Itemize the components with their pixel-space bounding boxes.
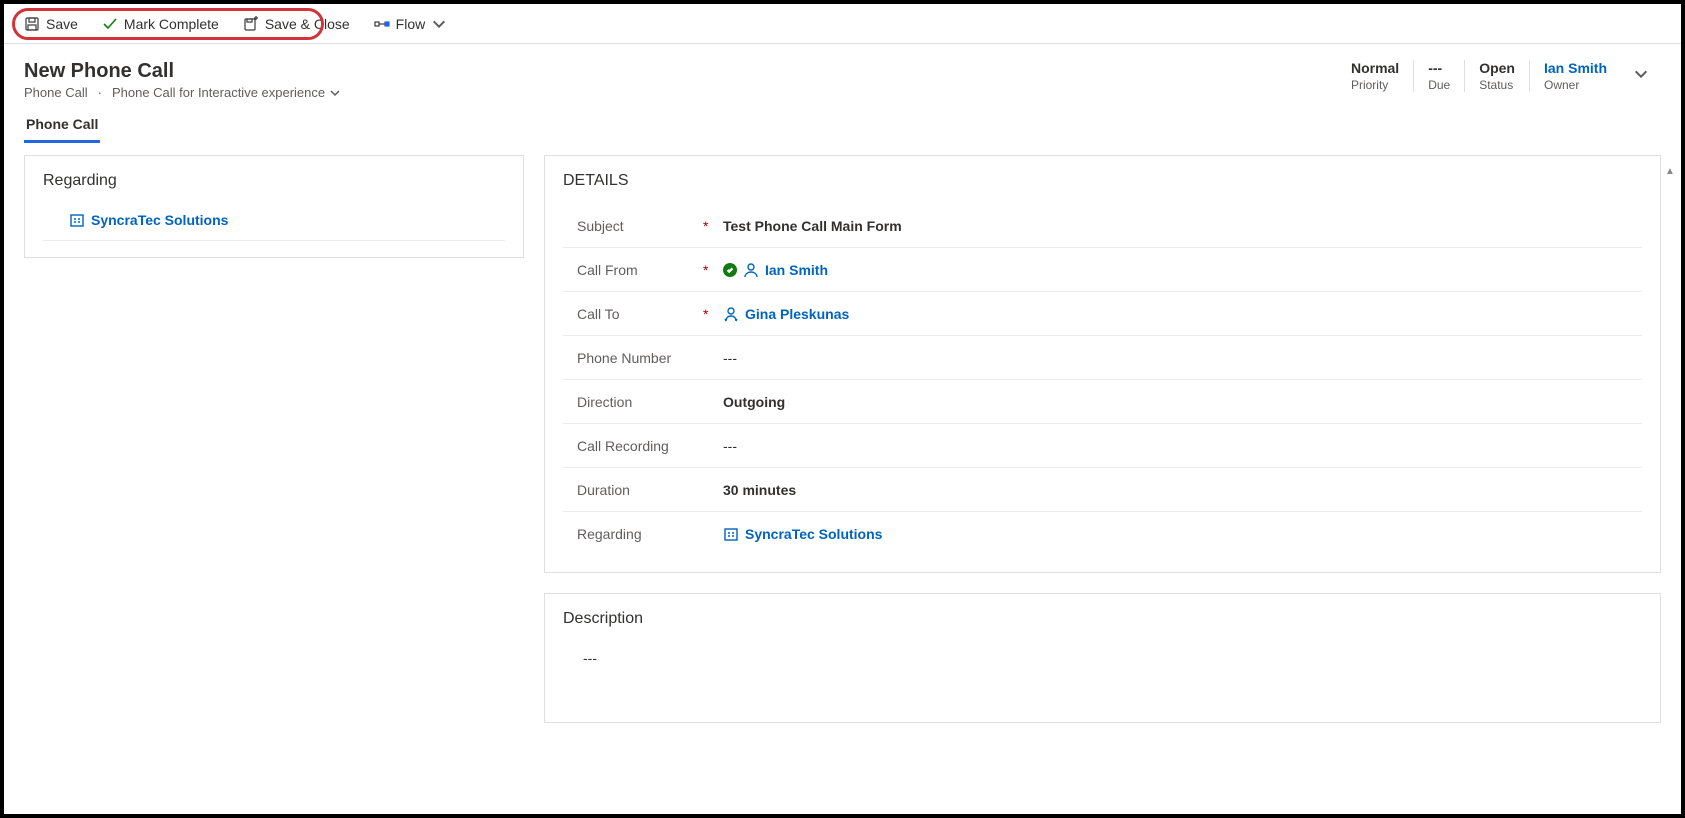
form-selector[interactable]: Phone Call for Interactive experience bbox=[112, 85, 341, 100]
mark-complete-button[interactable]: Mark Complete bbox=[92, 12, 229, 36]
field-duration-label: Duration bbox=[563, 482, 703, 498]
field-direction[interactable]: Direction Outgoing bbox=[563, 380, 1642, 424]
regarding-card: Regarding SyncraTec Solutions bbox=[24, 155, 524, 258]
stat-due[interactable]: --- Due bbox=[1413, 60, 1464, 92]
check-icon bbox=[102, 16, 118, 32]
stat-owner[interactable]: Ian Smith Owner bbox=[1529, 60, 1621, 92]
stat-due-value: --- bbox=[1428, 60, 1450, 76]
header-expand-button[interactable] bbox=[1621, 60, 1661, 91]
stat-status[interactable]: Open Status bbox=[1464, 60, 1529, 92]
field-call-to[interactable]: Call To * Gina Pleskunas bbox=[563, 292, 1642, 336]
contact-icon bbox=[723, 306, 739, 322]
page-title: New Phone Call bbox=[24, 60, 341, 83]
flow-button[interactable]: Flow bbox=[364, 12, 458, 36]
chevron-down-icon bbox=[431, 16, 447, 32]
mark-complete-label: Mark Complete bbox=[124, 16, 219, 32]
account-icon bbox=[723, 526, 739, 542]
save-label: Save bbox=[46, 16, 78, 32]
account-icon bbox=[69, 212, 85, 228]
required-indicator: * bbox=[703, 306, 723, 322]
header-stats: Normal Priority --- Due Open Status Ian … bbox=[1337, 60, 1661, 92]
regarding-lookup-value: SyncraTec Solutions bbox=[91, 212, 228, 228]
tab-phone-call-label: Phone Call bbox=[26, 116, 98, 132]
field-direction-label: Direction bbox=[563, 394, 703, 410]
stat-priority[interactable]: Normal Priority bbox=[1337, 60, 1413, 92]
field-phone-number-label: Phone Number bbox=[563, 350, 703, 366]
form-header: New Phone Call Phone Call Phone Call for… bbox=[4, 44, 1681, 100]
separator-dot bbox=[96, 85, 104, 100]
details-card-title: DETAILS bbox=[563, 172, 1642, 190]
field-direction-value: Outgoing bbox=[723, 394, 1642, 410]
person-icon bbox=[743, 262, 759, 278]
stat-priority-value: Normal bbox=[1351, 60, 1399, 76]
chevron-down-icon bbox=[1633, 66, 1649, 82]
field-call-from-label: Call From bbox=[563, 262, 703, 278]
description-card: Description --- bbox=[544, 593, 1661, 723]
required-indicator: * bbox=[703, 262, 723, 278]
field-call-from-value: Ian Smith bbox=[765, 262, 828, 278]
form-selector-label: Phone Call for Interactive experience bbox=[112, 85, 325, 100]
stat-owner-label: Owner bbox=[1544, 78, 1607, 92]
command-bar: Save Mark Complete Save & Close Flow bbox=[4, 4, 1681, 44]
field-duration-value: 30 minutes bbox=[723, 482, 1642, 498]
field-subject-value: Test Phone Call Main Form bbox=[723, 218, 1642, 234]
stat-owner-value: Ian Smith bbox=[1544, 60, 1607, 76]
field-subject[interactable]: Subject * Test Phone Call Main Form bbox=[563, 204, 1642, 248]
entity-name: Phone Call bbox=[24, 85, 88, 100]
chevron-down-icon bbox=[329, 87, 341, 99]
description-value[interactable]: --- bbox=[563, 642, 1642, 706]
save-close-icon bbox=[243, 16, 259, 32]
required-indicator: * bbox=[703, 218, 723, 234]
field-regarding[interactable]: Regarding SyncraTec Solutions bbox=[563, 512, 1642, 556]
field-phone-number[interactable]: Phone Number --- bbox=[563, 336, 1642, 380]
form-body: Regarding SyncraTec Solutions DETAILS Su… bbox=[4, 143, 1681, 803]
stat-status-label: Status bbox=[1479, 78, 1515, 92]
verified-icon bbox=[723, 263, 737, 277]
field-regarding-value: SyncraTec Solutions bbox=[745, 526, 882, 542]
save-close-button[interactable]: Save & Close bbox=[233, 12, 360, 36]
regarding-card-title: Regarding bbox=[43, 172, 505, 190]
scroll-up-arrow[interactable]: ▲ bbox=[1665, 166, 1675, 178]
tab-phone-call[interactable]: Phone Call bbox=[24, 110, 100, 143]
field-duration[interactable]: Duration 30 minutes bbox=[563, 468, 1642, 512]
stat-priority-label: Priority bbox=[1351, 78, 1399, 92]
stat-due-label: Due bbox=[1428, 78, 1450, 92]
field-call-to-value: Gina Pleskunas bbox=[745, 306, 849, 322]
regarding-lookup[interactable]: SyncraTec Solutions bbox=[43, 204, 505, 241]
field-subject-label: Subject bbox=[563, 218, 703, 234]
field-call-from[interactable]: Call From * Ian Smith bbox=[563, 248, 1642, 292]
save-icon bbox=[24, 16, 40, 32]
save-close-label: Save & Close bbox=[265, 16, 350, 32]
field-regarding-label: Regarding bbox=[563, 526, 703, 542]
field-call-recording-value: --- bbox=[723, 438, 1642, 454]
field-call-recording[interactable]: Call Recording --- bbox=[563, 424, 1642, 468]
save-button[interactable]: Save bbox=[14, 12, 88, 36]
form-tabs: Phone Call bbox=[4, 100, 1681, 143]
flow-label: Flow bbox=[396, 16, 426, 32]
field-call-recording-label: Call Recording bbox=[563, 438, 703, 454]
flow-icon bbox=[374, 16, 390, 32]
field-call-to-label: Call To bbox=[563, 306, 703, 322]
description-card-title: Description bbox=[563, 610, 1642, 628]
stat-status-value: Open bbox=[1479, 60, 1515, 76]
field-phone-number-value: --- bbox=[723, 350, 1642, 366]
details-card: DETAILS Subject * Test Phone Call Main F… bbox=[544, 155, 1661, 573]
